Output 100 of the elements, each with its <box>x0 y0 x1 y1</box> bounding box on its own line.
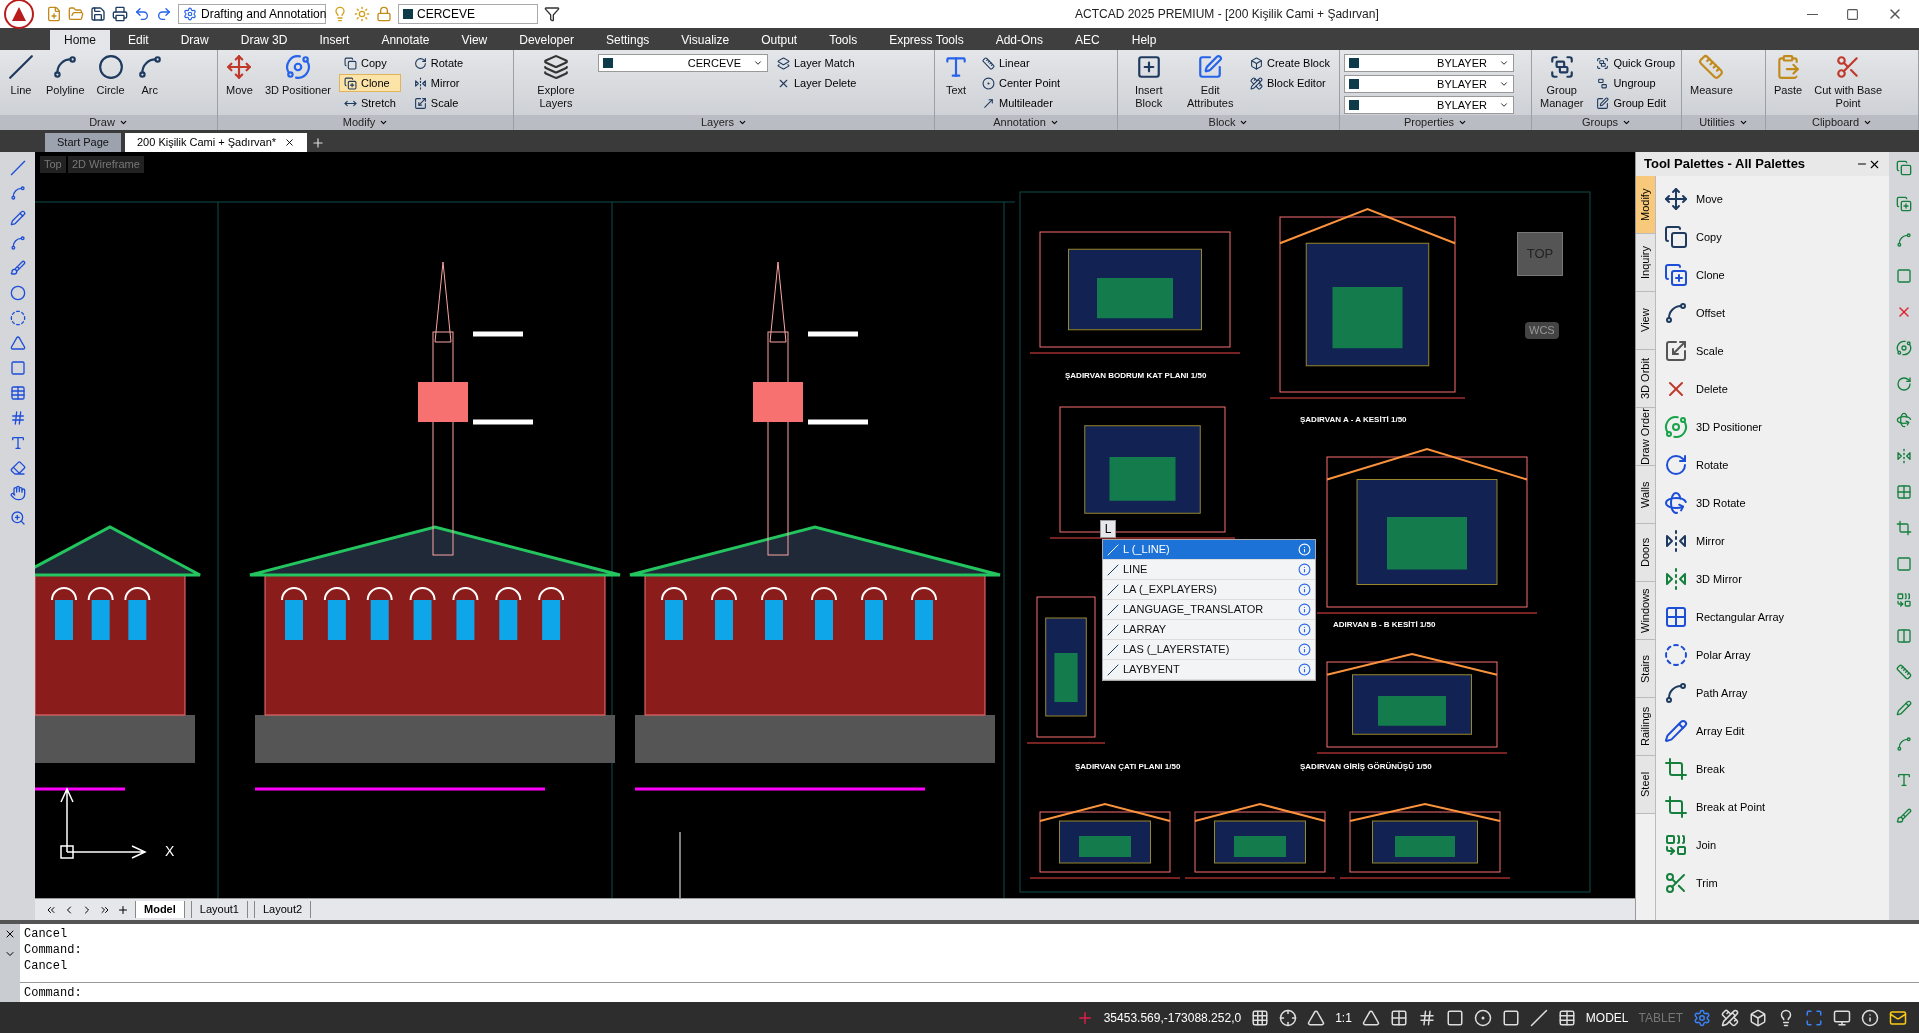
palette-item[interactable]: 3D Positioner <box>1664 408 1889 446</box>
palette-item[interactable]: Rotate <box>1664 446 1889 484</box>
ribbon-tab[interactable]: Developer <box>505 30 588 50</box>
layer-dropdown[interactable]: CERCEVE <box>398 4 538 24</box>
ribbon-small-button[interactable]: Stretch <box>338 94 401 112</box>
ribbon-tab[interactable]: Settings <box>591 30 664 50</box>
mode-toggle[interactable]: MODEL <box>1585 1008 1629 1027</box>
panel-title[interactable]: Modify <box>342 115 376 130</box>
palette-tab[interactable]: Modify <box>1636 176 1655 234</box>
viewport-label[interactable]: 2D Wireframe <box>68 156 144 173</box>
ribbon-button[interactable]: Group Manager <box>1536 54 1588 110</box>
palette-item[interactable]: Move <box>1664 180 1889 218</box>
ribbon-tab[interactable]: Help <box>1117 30 1171 50</box>
ribbon-button[interactable]: Edit Attributes <box>1179 54 1241 110</box>
close-icon[interactable] <box>284 137 296 148</box>
ribbon-small-button[interactable]: Linear <box>977 54 1066 72</box>
palette-item[interactable]: 3D Rotate <box>1664 484 1889 522</box>
ribbon-button[interactable]: Move <box>222 54 257 97</box>
caret-icon[interactable] <box>1738 118 1748 127</box>
ribbon-small-button[interactable]: Ungroup <box>1591 74 1681 92</box>
ribbon-button[interactable]: Insert Block <box>1122 54 1176 110</box>
layout-tab[interactable]: Model <box>135 901 185 918</box>
ribbon-tab[interactable]: Express Tools <box>875 30 978 50</box>
ribbon-small-button[interactable]: Multileader <box>977 94 1066 112</box>
ribbon-tab[interactable]: Add-Ons <box>981 30 1058 50</box>
annotation-scale[interactable]: 1:1 <box>1335 1008 1352 1027</box>
help-icon[interactable] <box>1298 583 1311 596</box>
palette-item[interactable]: Scale <box>1664 332 1889 370</box>
ribbon-button[interactable]: 3D Positioner <box>260 54 335 97</box>
ribbon-tab[interactable]: Output <box>747 30 812 50</box>
ribbon-tab[interactable]: Tools <box>815 30 872 50</box>
viewport-label[interactable]: Top <box>40 156 66 173</box>
ribbon-tab[interactable]: Home <box>50 30 110 50</box>
autocomplete-item[interactable]: LA (_EXPLAYERS) <box>1103 580 1315 600</box>
layout-tab[interactable]: Layout2 <box>253 901 312 918</box>
caret-icon[interactable] <box>1458 118 1468 127</box>
panel-title[interactable]: Block <box>1208 115 1236 130</box>
ribbon-button[interactable]: Arc <box>132 54 167 97</box>
palette-tab[interactable]: Doors <box>1636 524 1655 582</box>
panel-title[interactable]: Draw <box>89 115 115 130</box>
palette-item[interactable]: Join <box>1664 826 1889 864</box>
palette-item[interactable]: Break <box>1664 750 1889 788</box>
ribbon-button[interactable]: Text <box>939 54 973 97</box>
ribbon-tab[interactable]: Draw <box>166 30 223 50</box>
autocomplete-item[interactable]: LAS (_LAYERSTATE) <box>1103 640 1315 660</box>
caret-icon[interactable] <box>1622 118 1632 127</box>
ribbon-small-button[interactable]: Layer Delete <box>772 74 862 92</box>
ribbon-button[interactable]: Polyline <box>42 54 89 97</box>
palette-item[interactable]: Polar Array <box>1664 636 1889 674</box>
autocomplete-item[interactable]: LARRAY <box>1103 620 1315 640</box>
palette-item[interactable]: Trim <box>1664 864 1889 902</box>
palette-item[interactable]: Array Edit <box>1664 712 1889 750</box>
palette-tab[interactable]: Steel <box>1636 756 1655 814</box>
palette-tab[interactable]: Draw Order <box>1636 408 1655 466</box>
ribbon-small-button[interactable]: Rotate <box>408 54 469 72</box>
panel-title[interactable]: Layers <box>701 115 734 130</box>
dropdown-field[interactable]: CERCEVE <box>598 54 768 72</box>
ribbon-button[interactable]: Circle <box>92 54 129 97</box>
caret-icon[interactable] <box>1049 118 1059 127</box>
autocomplete-item[interactable]: LANGUAGE_TRANSLATOR <box>1103 600 1315 620</box>
ribbon-tab[interactable]: Annotate <box>367 30 444 50</box>
caret-icon[interactable] <box>738 118 747 127</box>
help-icon[interactable] <box>1298 563 1311 576</box>
layout-tab[interactable]: Layout1 <box>190 901 248 918</box>
ribbon-button[interactable]: Cut with Base Point <box>1810 54 1887 110</box>
ribbon-small-button[interactable]: Center Point <box>977 74 1066 92</box>
caret-icon[interactable] <box>118 118 128 127</box>
ribbon-button[interactable]: Measure <box>1686 54 1737 97</box>
palette-tab[interactable]: View <box>1636 292 1655 350</box>
ribbon-tab[interactable]: Edit <box>114 30 163 50</box>
ribbon-button[interactable]: Paste <box>1770 54 1807 97</box>
palette-item[interactable]: Clone <box>1664 256 1889 294</box>
ribbon-small-button[interactable]: Layer Match <box>772 54 862 72</box>
ribbon-tab[interactable]: Insert <box>305 30 364 50</box>
palette-item[interactable]: 3D Mirror <box>1664 560 1889 598</box>
dropdown-field[interactable]: BYLAYER <box>1344 54 1514 72</box>
palette-item[interactable]: Delete <box>1664 370 1889 408</box>
palette-item[interactable]: Mirror <box>1664 522 1889 560</box>
ribbon-tab[interactable]: View <box>447 30 502 50</box>
palette-tab[interactable]: Inquiry <box>1636 234 1655 292</box>
autocomplete-item[interactable]: LINE <box>1103 560 1315 580</box>
caret-icon[interactable] <box>1239 118 1249 127</box>
workspace-dropdown[interactable]: Drafting and Annotation <box>178 4 326 24</box>
ribbon-tab[interactable]: Draw 3D <box>226 30 302 50</box>
ribbon-small-button[interactable]: Quick Group <box>1591 54 1681 72</box>
palette-tab[interactable]: 3D Orbit <box>1636 350 1655 408</box>
autocomplete-item[interactable]: L (_LINE) <box>1103 540 1315 560</box>
help-icon[interactable] <box>1298 603 1311 616</box>
autocomplete-item[interactable]: LAYBYENT <box>1103 660 1315 680</box>
ribbon-tab[interactable]: AEC <box>1061 30 1114 50</box>
caret-icon[interactable] <box>1863 118 1873 127</box>
palette-item[interactable]: Path Array <box>1664 674 1889 712</box>
ribbon-small-button[interactable]: Create Block <box>1245 54 1335 72</box>
add-tab-icon[interactable] <box>311 136 326 150</box>
close-icon[interactable] <box>4 928 16 940</box>
palette-tab[interactable]: Railings <box>1636 698 1655 756</box>
palette-tab[interactable]: Walls <box>1636 466 1655 524</box>
ribbon-small-button[interactable]: Block Editor <box>1245 74 1335 92</box>
app-logo-icon[interactable] <box>4 0 34 29</box>
minimize-icon[interactable] <box>1807 13 1818 15</box>
